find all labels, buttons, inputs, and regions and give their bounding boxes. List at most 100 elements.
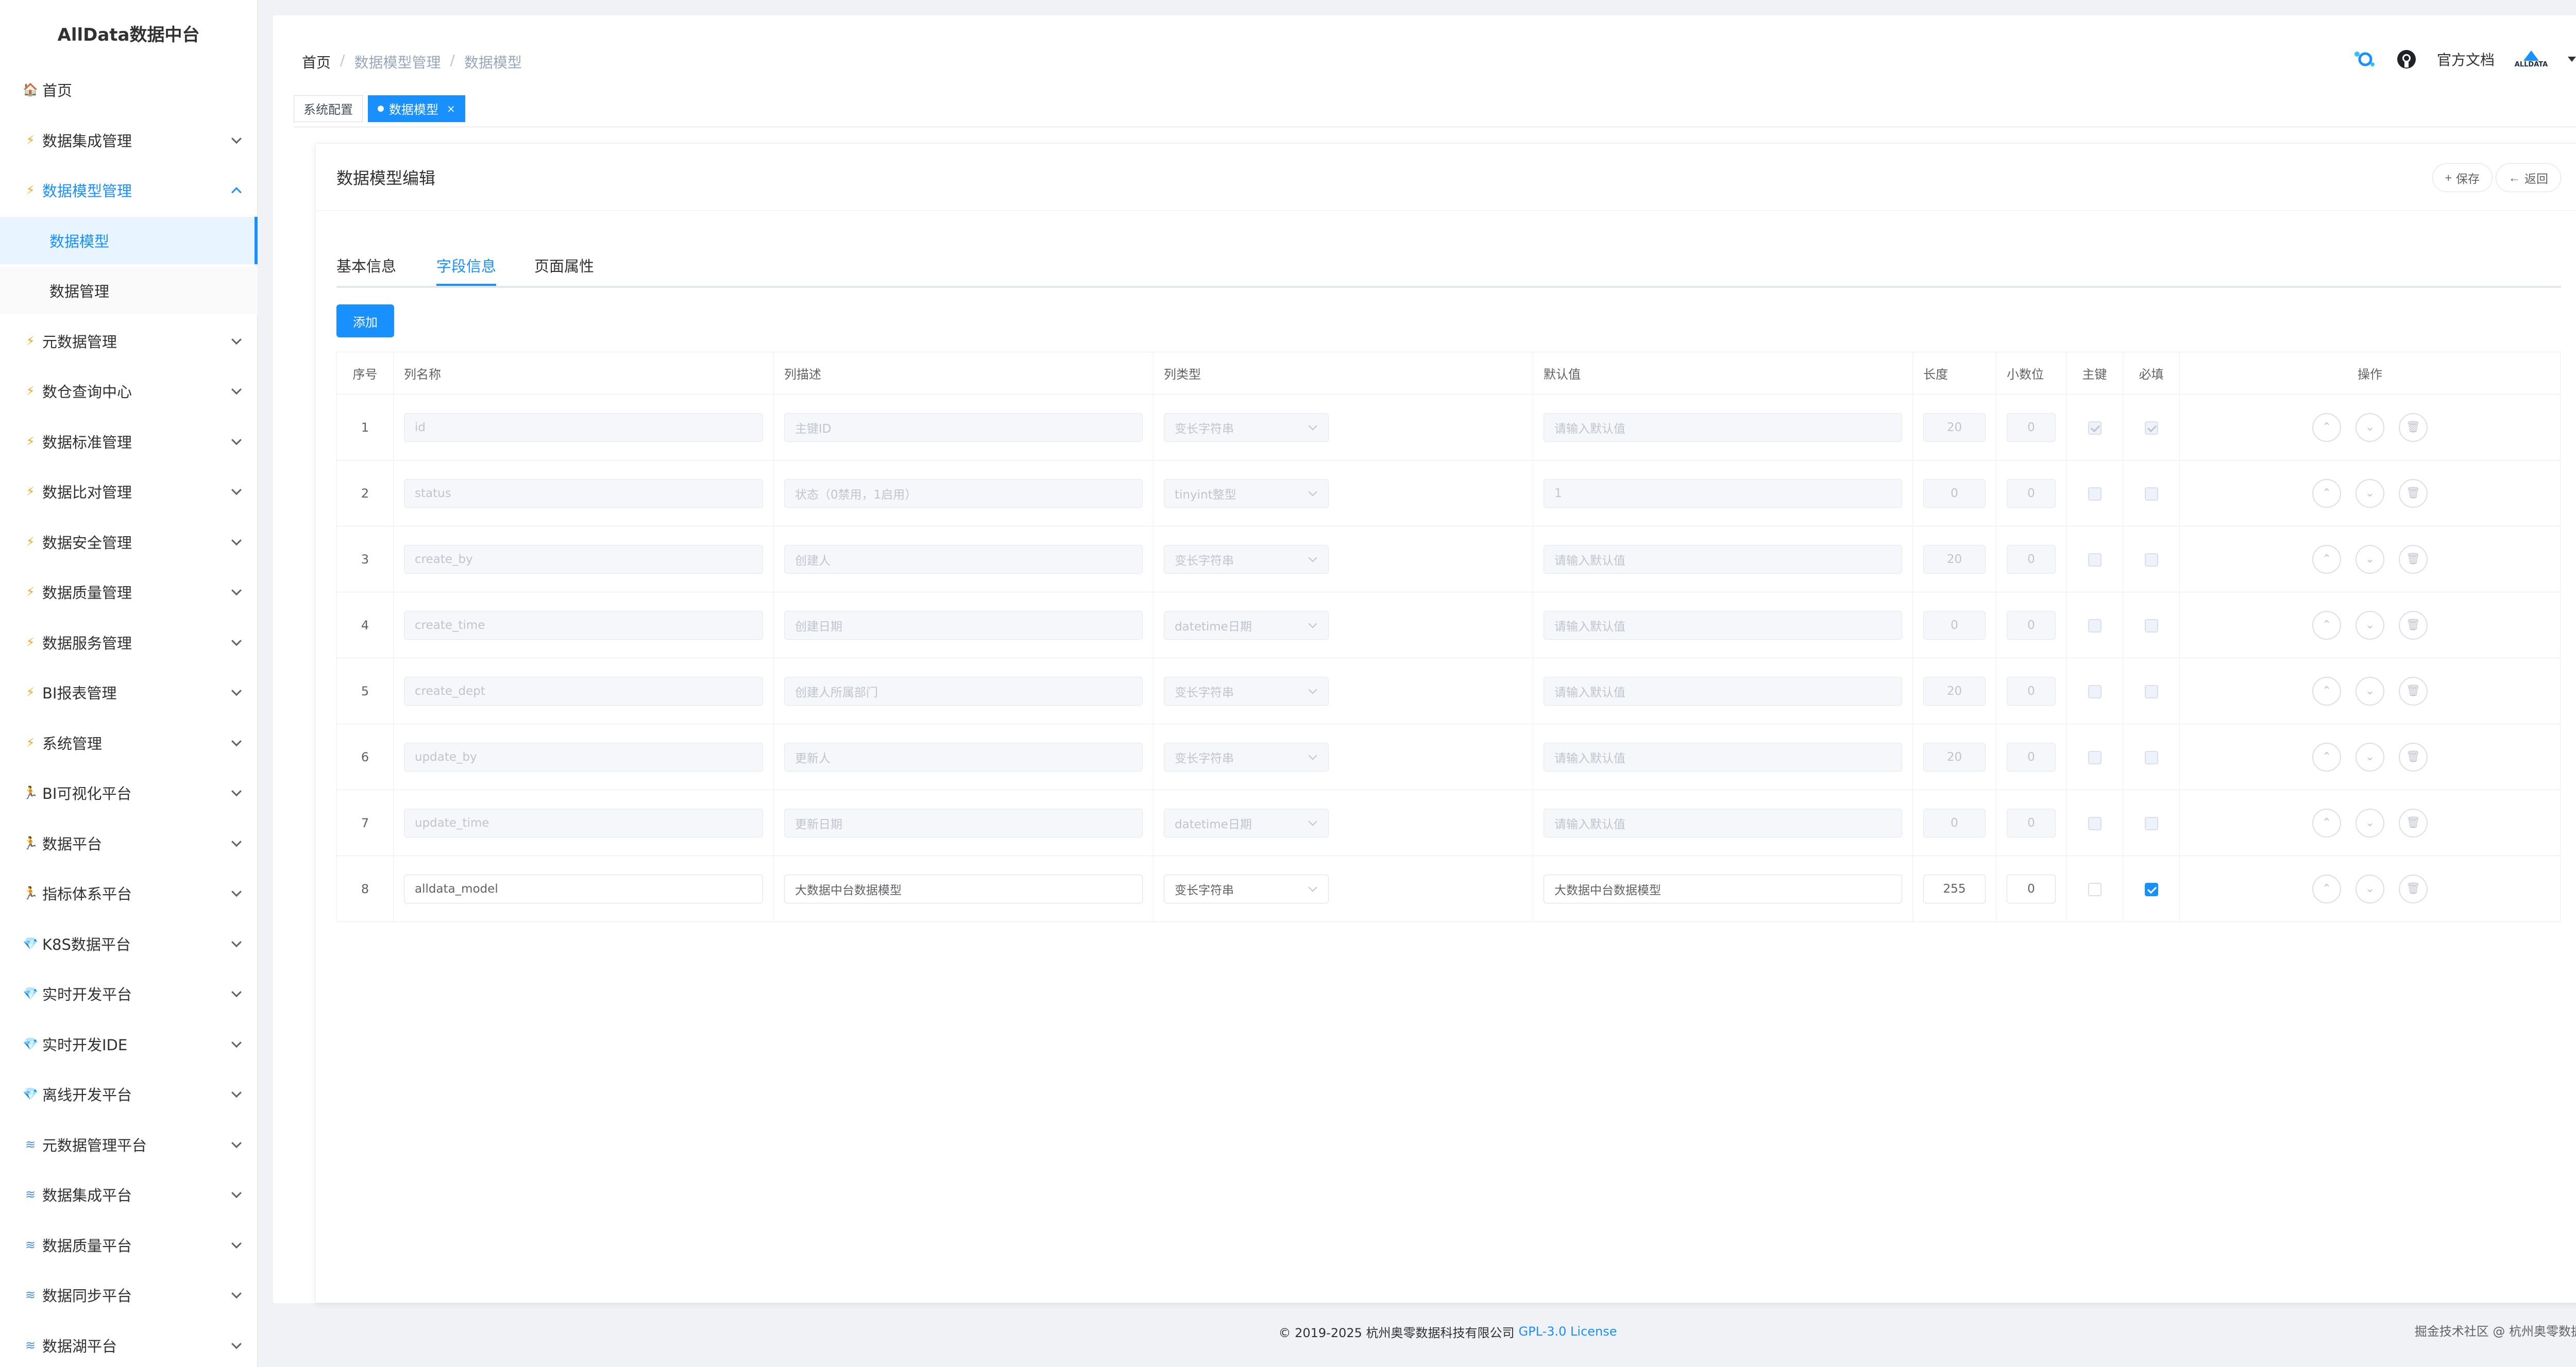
column-desc-input[interactable]: 创建日期 [784,610,1143,640]
decimal-input[interactable]: 0 [2007,808,2056,838]
sidebar-item[interactable]: 数据模型 [0,217,258,264]
delete-icon[interactable]: 🗑 [2399,413,2428,442]
length-input[interactable]: 20 [1923,544,1986,574]
delete-icon[interactable]: 🗑 [2399,874,2428,903]
sidebar-item[interactable]: 🏃 BI可视化平台 [0,769,258,816]
sidebar-item[interactable]: ≋ 数据集成平台 [0,1171,258,1218]
column-type-select[interactable]: 变长字符串 [1164,413,1329,442]
delete-icon[interactable]: 🗑 [2399,544,2428,574]
column-name-input[interactable]: create_time [404,610,763,640]
column-name-input[interactable]: update_by [404,742,763,772]
primary-key-checkbox[interactable] [2088,553,2102,567]
primary-key-checkbox[interactable] [2088,487,2102,501]
move-down-icon[interactable]: ⌄ [2355,676,2384,706]
column-desc-input[interactable]: 主键ID [784,413,1143,442]
sidebar-item[interactable]: ⚡ 数据集成管理 [0,116,258,164]
sidebar-item[interactable]: 💎 实时开发IDE [0,1020,258,1068]
official-docs-link[interactable]: 官方文档 [2437,49,2495,70]
delete-icon[interactable]: 🗑 [2399,676,2428,706]
length-input[interactable]: 0 [1923,479,1986,508]
sidebar-item[interactable]: ⚡ 数据安全管理 [0,518,258,566]
default-value-input[interactable]: 请输入默认值 [1544,544,1902,574]
sidebar-item[interactable]: 💎 离线开发平台 [0,1070,258,1118]
length-input[interactable]: 20 [1923,413,1986,442]
move-down-icon[interactable]: ⌄ [2355,808,2384,838]
ai-assistant-icon[interactable] [2352,47,2376,71]
decimal-input[interactable]: 0 [2007,610,2056,640]
column-name-input[interactable]: create_by [404,544,763,574]
sidebar-item[interactable]: ⚡ 数据模型管理 [0,166,258,214]
sidebar-item[interactable]: 🏃 数据平台 [0,819,258,867]
user-menu-caret-icon[interactable] [2568,57,2576,62]
move-up-icon[interactable]: ⌃ [2312,874,2341,903]
decimal-input[interactable]: 0 [2007,413,2056,442]
decimal-input[interactable]: 0 [2007,544,2056,574]
close-icon[interactable]: × [447,102,455,115]
tab-field-info[interactable]: 字段信息 [436,247,497,286]
decimal-input[interactable]: 0 [2007,742,2056,772]
sidebar-item[interactable]: ≋ 元数据管理平台 [0,1121,258,1168]
column-name-input[interactable]: status [404,479,763,508]
required-checkbox[interactable] [2144,421,2158,435]
required-checkbox[interactable] [2144,619,2158,633]
move-down-icon[interactable]: ⌄ [2355,742,2384,772]
back-button[interactable]: ← 返回 [2496,163,2561,192]
required-checkbox[interactable] [2144,685,2158,698]
sidebar-item[interactable]: 数据管理 [0,267,258,314]
column-desc-input[interactable]: 创建人所属部门 [784,676,1143,706]
sidebar-item[interactable]: ⚡ 数仓查询中心 [0,367,258,415]
primary-key-checkbox[interactable] [2088,421,2102,435]
default-value-input[interactable]: 1 [1544,479,1902,508]
column-desc-input[interactable]: 状态（0禁用，1启用） [784,479,1143,508]
sidebar-item[interactable]: ⚡ 数据质量管理 [0,568,258,616]
decimal-input[interactable]: 0 [2007,479,2056,508]
column-type-select[interactable]: tinyint整型 [1164,479,1329,508]
column-name-input[interactable]: update_time [404,808,763,838]
delete-icon[interactable]: 🗑 [2399,610,2428,640]
move-down-icon[interactable]: ⌄ [2355,479,2384,508]
required-checkbox[interactable] [2144,487,2158,501]
column-type-select[interactable]: datetime日期 [1164,610,1329,640]
sidebar-item[interactable]: ⚡ 数据比对管理 [0,468,258,515]
license-link[interactable]: GPL-3.0 License [1519,1324,1617,1339]
decimal-input[interactable]: 0 [2007,874,2056,903]
move-down-icon[interactable]: ⌄ [2355,874,2384,903]
column-type-select[interactable]: datetime日期 [1164,808,1329,838]
sidebar-item[interactable]: 💎 实时开发平台 [0,970,258,1017]
sidebar-item[interactable]: ⚡ 元数据管理 [0,317,258,365]
tab-basic-info[interactable]: 基本信息 [336,247,396,286]
github-icon[interactable] [2395,47,2418,71]
primary-key-checkbox[interactable] [2088,685,2102,698]
tag-data-model[interactable]: 数据模型 × [368,95,465,122]
delete-icon[interactable]: 🗑 [2399,742,2428,772]
add-field-button[interactable]: 添加 [336,304,394,337]
default-value-input[interactable]: 请输入默认值 [1544,742,1902,772]
column-type-select[interactable]: 变长字符串 [1164,874,1329,903]
primary-key-checkbox[interactable] [2088,619,2102,633]
column-name-input[interactable]: alldata_model [404,874,763,903]
sidebar-item[interactable]: ≋ 数据同步平台 [0,1271,258,1319]
tab-page-properties[interactable]: 页面属性 [534,247,594,286]
default-value-input[interactable]: 请输入默认值 [1544,610,1902,640]
column-type-select[interactable]: 变长字符串 [1164,544,1329,574]
default-value-input[interactable]: 请输入默认值 [1544,413,1902,442]
primary-key-checkbox[interactable] [2088,750,2102,764]
column-name-input[interactable]: id [404,413,763,442]
move-down-icon[interactable]: ⌄ [2355,544,2384,574]
length-input[interactable]: 0 [1923,808,1986,838]
decimal-input[interactable]: 0 [2007,676,2056,706]
tag-system-config[interactable]: 系统配置 [294,95,363,122]
sidebar-item[interactable]: ⚡ 数据标准管理 [0,418,258,465]
sidebar-item[interactable]: 💎 K8S数据平台 [0,920,258,967]
required-checkbox[interactable] [2144,882,2158,896]
move-down-icon[interactable]: ⌄ [2355,610,2384,640]
required-checkbox[interactable] [2144,750,2158,764]
default-value-input[interactable]: 大数据中台数据模型 [1544,874,1902,903]
breadcrumb-home[interactable]: 首页 [302,52,331,72]
delete-icon[interactable]: 🗑 [2399,479,2428,508]
column-desc-input[interactable]: 更新日期 [784,808,1143,838]
required-checkbox[interactable] [2144,553,2158,567]
column-desc-input[interactable]: 创建人 [784,544,1143,574]
move-down-icon[interactable]: ⌄ [2355,413,2384,442]
sidebar-item[interactable]: ≋ 数据质量平台 [0,1221,258,1269]
